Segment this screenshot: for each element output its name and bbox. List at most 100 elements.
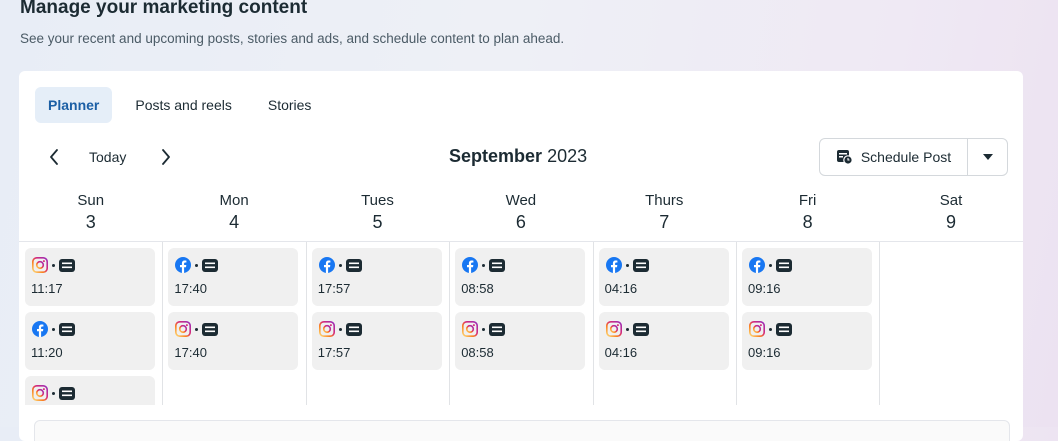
next-week-button[interactable] (153, 144, 179, 170)
post-time: 09:16 (748, 281, 781, 296)
scheduled-post-card[interactable] (25, 376, 155, 405)
post-icons (175, 321, 219, 337)
calendar-schedule-icon (836, 150, 853, 165)
page-title: Manage your marketing content (20, 0, 308, 18)
scheduled-post-card[interactable]: 17:40 (168, 312, 299, 370)
post-time: 17:57 (317, 281, 351, 296)
caret-down-icon (982, 154, 993, 160)
facebook-icon (462, 257, 479, 273)
day-date: 9 (946, 212, 957, 232)
post-icons (749, 321, 792, 337)
post-icons (462, 321, 506, 337)
instagram-icon (32, 257, 48, 273)
scheduled-post-card[interactable]: 09:16 (742, 248, 872, 306)
year: 2023 (547, 146, 588, 166)
scheduled-post-card[interactable]: 11:20 (25, 312, 155, 370)
facebook-icon (318, 257, 335, 273)
post-type-icon (776, 258, 792, 272)
post-type-icon (202, 258, 219, 272)
day-name: Wed (505, 192, 537, 209)
facebook-icon (32, 321, 48, 337)
day-date: 5 (372, 212, 383, 232)
day-name: Sun (77, 192, 105, 209)
day-name: Thurs (645, 192, 684, 209)
day-date: 6 (515, 212, 526, 232)
previous-week-button[interactable] (41, 144, 67, 170)
separator-dot (338, 327, 342, 331)
scheduled-post-card[interactable]: 09:16 (742, 312, 872, 370)
today-button[interactable]: Today (89, 149, 126, 165)
bottom-panel (34, 420, 1010, 441)
scheduled-post-card[interactable]: 04:16 (598, 248, 729, 306)
facebook-icon (605, 257, 622, 273)
post-type-icon (632, 258, 649, 272)
current-month-label: September 2023 (449, 146, 587, 167)
separator-dot (195, 263, 199, 267)
schedule-post-label: Schedule Post (860, 149, 952, 165)
day-header-fri: Fri 8 (736, 187, 879, 243)
tab-bar: Planner Posts and reels Stories (35, 87, 334, 123)
separator-dot (52, 391, 55, 395)
instagram-icon (462, 321, 479, 337)
scheduled-post-card[interactable]: 11:17 (25, 248, 155, 306)
scheduled-post-card[interactable]: 17:57 (311, 248, 442, 306)
post-time: 17:40 (174, 281, 207, 296)
separator-dot (52, 327, 55, 331)
separator-dot (482, 327, 486, 331)
tab-stories[interactable]: Stories (255, 87, 325, 123)
scheduled-post-card[interactable]: 17:40 (168, 248, 299, 306)
day-name: Fri (798, 192, 817, 209)
post-time: 17:57 (317, 345, 351, 360)
post-icons (462, 257, 506, 273)
post-time: 11:17 (31, 281, 63, 296)
facebook-icon (175, 257, 192, 273)
day-header-thurs: Thurs 7 (593, 187, 736, 243)
post-icons (175, 257, 219, 273)
separator-dot (195, 327, 199, 331)
separator-dot (338, 263, 342, 267)
day-column-tues: 17:57 17:57 (306, 242, 451, 405)
post-time: 11:20 (31, 345, 63, 360)
scheduled-post-card[interactable]: 08:58 (455, 248, 586, 306)
day-date: 7 (659, 212, 670, 232)
day-column-sat (879, 242, 1022, 405)
post-time: 09:16 (748, 345, 781, 360)
calendar-grid: 11:17 11:20 17:40 17:40 17:57 17:57 08:58 08:58… (19, 241, 1023, 405)
day-name: Mon (219, 192, 249, 209)
post-icons (605, 321, 649, 337)
schedule-post-button[interactable]: Schedule Post (820, 139, 967, 175)
post-type-icon (632, 322, 649, 336)
post-type-icon (202, 322, 219, 336)
day-date: 8 (802, 212, 813, 232)
post-time: 08:58 (461, 345, 494, 360)
month-name: September (449, 146, 543, 166)
schedule-post-split-button: Schedule Post (819, 138, 1008, 176)
post-type-icon (489, 258, 506, 272)
post-time: 04:16 (604, 281, 638, 296)
scheduled-post-card[interactable]: 17:57 (311, 312, 442, 370)
page-subtitle: See your recent and upcoming posts, stor… (20, 31, 565, 46)
post-type-icon (345, 258, 362, 272)
post-time: 17:40 (174, 345, 207, 360)
instagram-icon (175, 321, 192, 337)
instagram-icon (318, 321, 335, 337)
day-column-thurs: 04:16 04:16 (593, 242, 737, 405)
separator-dot (769, 263, 772, 267)
post-icons (749, 257, 792, 273)
day-column-wed: 08:58 08:58 (449, 242, 594, 405)
scheduled-post-card[interactable]: 04:16 (598, 312, 729, 370)
scheduled-post-card[interactable]: 08:58 (455, 312, 586, 370)
tab-planner[interactable]: Planner (35, 87, 113, 123)
day-header-sat: Sat 9 (879, 187, 1022, 243)
post-icons (318, 257, 362, 273)
chevron-left-icon (50, 149, 58, 165)
tab-posts-and-reels[interactable]: Posts and reels (122, 87, 245, 123)
post-icons (32, 321, 75, 337)
instagram-icon (32, 385, 48, 401)
date-navigation: Today (41, 144, 179, 170)
day-header-tues: Tues 5 (306, 187, 449, 243)
facebook-icon (749, 257, 765, 273)
schedule-options-dropdown[interactable] (968, 139, 1007, 175)
planner-card: Planner Posts and reels Stories Today Se… (19, 71, 1023, 441)
day-name: Sat (939, 192, 963, 209)
